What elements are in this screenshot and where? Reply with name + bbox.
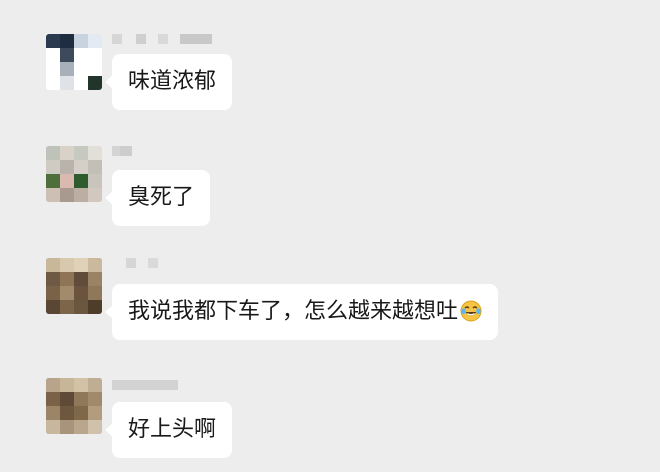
avatar[interactable]	[46, 34, 102, 90]
nickname-redacted	[112, 34, 212, 44]
message-bubble[interactable]: 我说我都下车了，怎么越来越想吐	[104, 284, 499, 340]
avatar[interactable]	[46, 378, 102, 434]
message-bubble[interactable]: 臭死了	[104, 170, 211, 226]
message-text: 味道浓郁	[128, 69, 217, 94]
message-text: 好上头啊	[128, 417, 217, 442]
nickname-redacted	[112, 258, 158, 268]
message-bubble[interactable]: 好上头啊	[104, 402, 233, 458]
nickname-redacted	[112, 146, 132, 156]
message-text: 我说我都下车了，怎么越来越想吐	[128, 299, 459, 324]
avatar[interactable]	[46, 258, 102, 314]
crying-laughing-face-icon	[460, 288, 482, 322]
avatar[interactable]	[46, 146, 102, 202]
message-text: 臭死了	[128, 185, 195, 210]
message-bubble[interactable]: 味道浓郁	[104, 54, 233, 110]
nickname-redacted	[112, 380, 178, 390]
